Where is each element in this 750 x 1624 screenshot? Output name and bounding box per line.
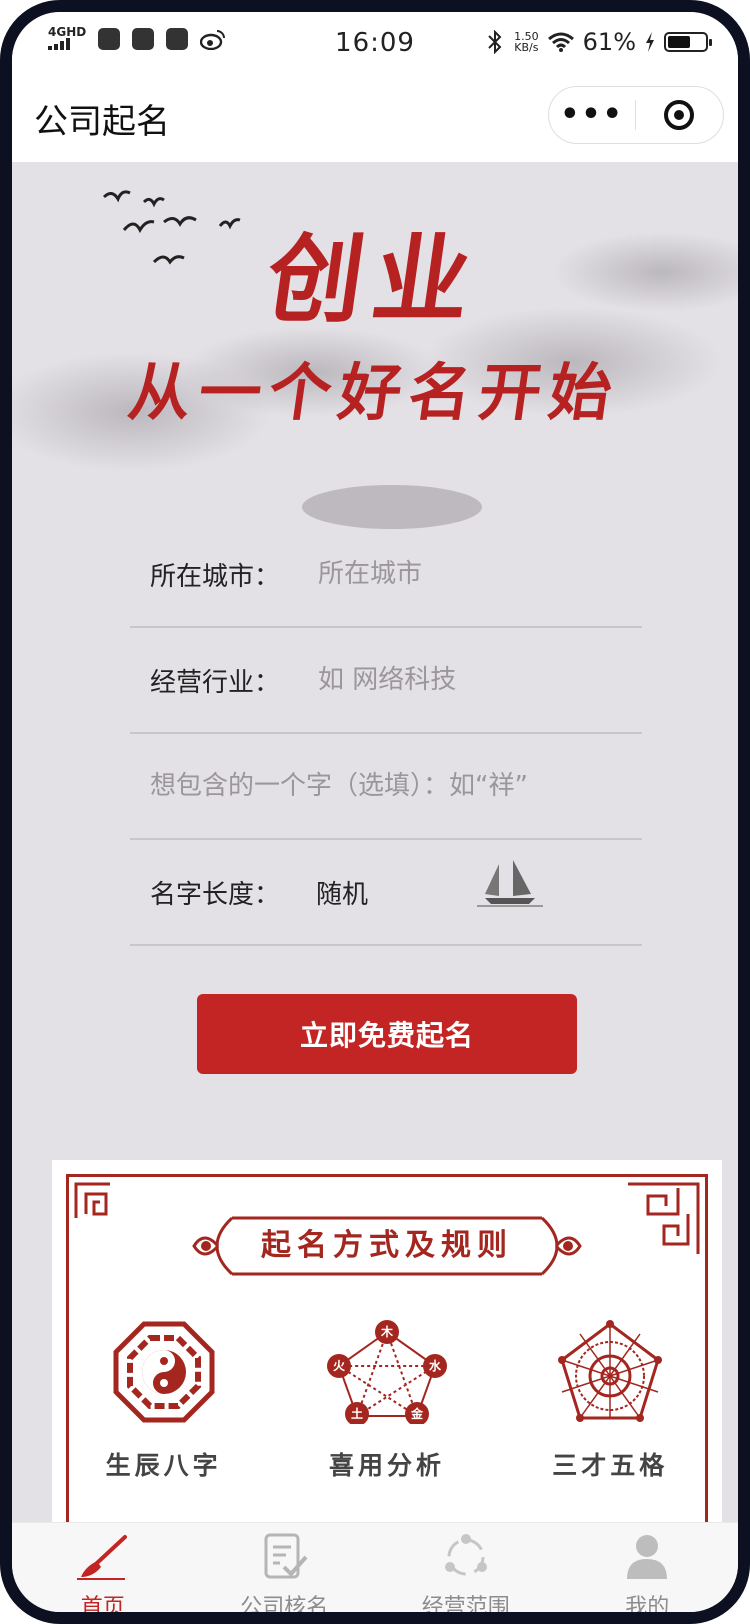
cycle-icon — [444, 1534, 487, 1576]
miniprogram-capsule: ••• — [548, 86, 724, 144]
element-earth: 土 — [351, 1406, 363, 1421]
charging-icon — [646, 32, 654, 52]
sailboat-decoration-icon — [477, 860, 543, 907]
element-wood: 木 — [380, 1324, 394, 1339]
tab-business-scope[interactable]: 经营范围 — [375, 1523, 557, 1620]
feature-xiyong[interactable]: 木 水 金 土 火 喜用分析 — [275, 1320, 498, 1482]
bagua-icon — [113, 1321, 215, 1423]
keyword-input[interactable] — [130, 770, 632, 802]
length-picker[interactable]: 随机 — [316, 874, 368, 911]
rules-card: 起名方式及规则 生辰八字 木 水 金 土 火 喜用分析 三才五格 — [52, 1160, 722, 1570]
card-title: 起名方式及规则 — [261, 1228, 513, 1263]
net-speed: 1.50 KB/s — [514, 31, 539, 53]
pentagon-grid-icon — [558, 1320, 663, 1422]
industry-input[interactable] — [316, 664, 620, 696]
target-icon — [664, 100, 694, 130]
battery-tip — [709, 39, 712, 46]
battery-percent: 61% — [582, 28, 636, 56]
tab-home-label: 首页 — [80, 1595, 125, 1620]
tab-mine-label: 我的 — [625, 1595, 670, 1620]
feature-sancai[interactable]: 三才五格 — [499, 1320, 722, 1482]
element-metal: 金 — [410, 1406, 424, 1421]
more-menu-button[interactable]: ••• — [549, 100, 635, 130]
feature-bazi[interactable]: 生辰八字 — [52, 1320, 275, 1482]
feature-list: 生辰八字 木 水 金 土 火 喜用分析 三才五格 — [52, 1320, 722, 1482]
fret-corner-right — [628, 1174, 708, 1254]
bluetooth-icon — [488, 30, 502, 54]
tab-mine[interactable]: 我的 — [557, 1523, 739, 1620]
status-bar: 4GHD 16:09 1.50 KB/s 61% — [12, 12, 738, 74]
free-naming-button[interactable]: 立即免费起名 — [197, 994, 577, 1074]
user-icon — [627, 1535, 668, 1579]
page-title: 公司起名 — [34, 102, 170, 142]
element-fire: 火 — [333, 1359, 346, 1373]
nav-bar: 公司起名 ••• — [12, 74, 738, 162]
feature-bazi-label: 生辰八字 — [105, 1451, 222, 1480]
battery-icon — [664, 32, 712, 52]
naming-form: 所在城市： 经营行业： 名字长度： 随机 — [130, 522, 642, 946]
city-row: 所在城市： — [130, 522, 642, 628]
industry-label: 经营行业： — [150, 667, 281, 698]
phone-frame: 4GHD 16:09 1.50 KB/s 61% 公司起名 ••• 创业 从一个… — [0, 0, 750, 1624]
close-miniprogram-button[interactable] — [636, 100, 722, 130]
battery-fill — [668, 36, 690, 48]
industry-row: 经营行业： — [130, 628, 642, 734]
city-input[interactable] — [316, 558, 620, 590]
net-speed-unit: KB/s — [514, 41, 539, 54]
hero-banner: 创业 从一个好名开始 — [12, 162, 738, 542]
tab-company-check[interactable]: 公司核名 — [194, 1523, 376, 1620]
five-elements-icon: 木 水 金 土 火 — [326, 1320, 447, 1426]
length-row[interactable]: 名字长度： 随机 — [130, 840, 642, 946]
wifi-icon — [547, 32, 574, 52]
document-check-icon — [264, 1533, 308, 1579]
card-title-cartouche: 起名方式及规则 — [192, 1206, 582, 1286]
city-label: 所在城市： — [150, 561, 281, 592]
tab-company-check-label: 公司核名 — [240, 1595, 329, 1620]
tab-business-scope-label: 经营范围 — [421, 1595, 510, 1620]
feature-sancai-label: 三才五格 — [552, 1451, 669, 1480]
brush-icon — [76, 1535, 127, 1580]
tab-home[interactable]: 首页 — [12, 1523, 194, 1620]
fret-corner-left — [66, 1174, 110, 1218]
element-water: 水 — [429, 1358, 442, 1373]
keyword-row — [130, 734, 642, 840]
slogan-main: 创业 — [259, 223, 488, 336]
feature-xiyong-label: 喜用分析 — [328, 1451, 445, 1480]
status-right: 1.50 KB/s 61% — [484, 28, 712, 56]
length-label: 名字长度： — [150, 879, 281, 910]
slogan-sub: 从一个好名开始 — [124, 356, 625, 429]
tab-bar: 首页 公司核名 经营范围 我的 — [12, 1522, 739, 1620]
